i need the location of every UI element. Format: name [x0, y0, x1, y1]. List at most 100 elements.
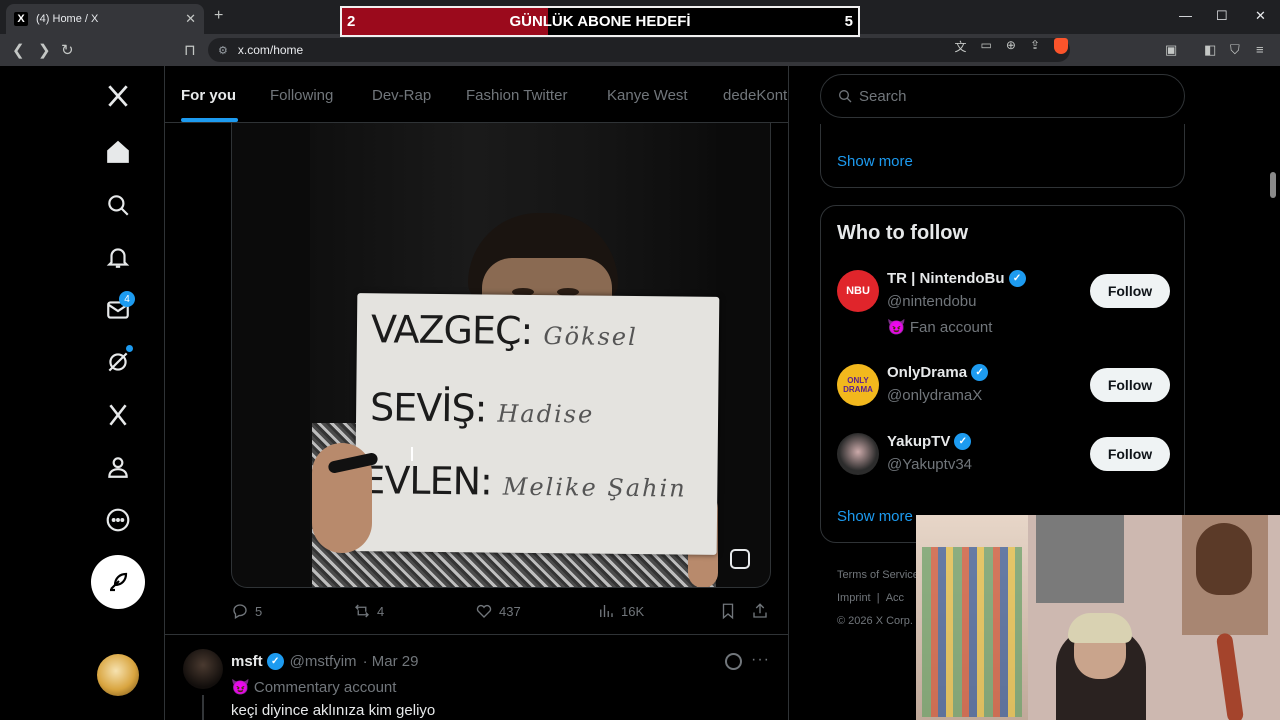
grok-icon[interactable] — [99, 343, 137, 381]
tab-dedekont[interactable]: dedeKont — [723, 87, 787, 104]
tab-following[interactable]: Following — [270, 87, 333, 104]
page-scrollbar[interactable] — [1268, 68, 1278, 718]
footer-terms-link[interactable]: Terms of Service — [837, 564, 919, 587]
edit-image-icon[interactable] — [730, 549, 750, 569]
browser-tab[interactable]: X (4) Home / X ✕ — [6, 4, 204, 34]
more-icon[interactable] — [99, 501, 137, 539]
maximize-icon[interactable]: ☐ — [1216, 8, 1228, 24]
webcam-poster — [1036, 515, 1124, 603]
reply-button[interactable]: 5 — [231, 602, 262, 620]
grok-dot — [126, 345, 133, 352]
author-handle[interactable]: @mstfyim — [290, 653, 357, 670]
zoom-icon[interactable]: ⊕ — [1006, 38, 1016, 55]
wallet-icon[interactable]: ▣ — [1165, 42, 1177, 58]
search-placeholder: Search — [859, 87, 907, 105]
goal-current: 2 — [347, 13, 356, 30]
view-count: 16K — [621, 603, 645, 619]
handwritten-sign: VAZGEÇ: Göksel SEVİŞ: Hadise EVLEN: Meli… — [354, 293, 720, 555]
follow-button[interactable]: Follow — [1090, 437, 1170, 471]
cast-icon[interactable]: ▭ — [981, 38, 992, 55]
translate-icon[interactable]: 文 — [955, 38, 967, 55]
webcam-bat — [1215, 632, 1245, 720]
left-navigation: 4 — [0, 66, 165, 720]
x-premium-icon[interactable] — [99, 396, 137, 434]
webcam-hair — [1068, 613, 1132, 643]
tab-kanye-west[interactable]: Kanye West — [607, 87, 688, 104]
suggestion-avatar[interactable] — [837, 433, 879, 475]
profile-icon[interactable] — [99, 448, 137, 486]
reply-count: 5 — [255, 603, 263, 619]
bell-icon[interactable] — [99, 238, 137, 276]
post-actions: 5 4 437 16K — [231, 602, 771, 624]
mail-icon[interactable]: 4 — [99, 291, 137, 329]
footer-accessibility-link[interactable]: Acc — [886, 592, 904, 604]
suggestion-avatar[interactable]: NBU — [837, 270, 879, 312]
heart-icon — [476, 604, 492, 618]
search-icon[interactable] — [99, 186, 137, 224]
brave-shield-icon[interactable] — [1054, 38, 1068, 54]
tab-for-you[interactable]: For you — [181, 87, 236, 104]
minimize-icon[interactable]: — — [1179, 8, 1192, 23]
author-avatar[interactable] — [183, 649, 223, 689]
suggestion-handle: @onlydramaX — [887, 387, 983, 404]
show-more-link[interactable]: Show more — [837, 508, 913, 525]
post-header: msft ✓ @mstfyim · Mar 29 — [231, 653, 418, 670]
chart-icon — [600, 605, 613, 617]
account-label: 😈 Commentary account — [231, 679, 397, 696]
tab-fashion-twitter[interactable]: Fashion Twitter — [466, 87, 567, 104]
suggestion-avatar[interactable]: ONLY DRAMA — [837, 364, 879, 406]
share-icon[interactable]: ⇪ — [1030, 38, 1040, 55]
menu-icon[interactable]: ≡ — [1256, 42, 1264, 57]
vpn-icon[interactable]: ⛉ — [1230, 42, 1240, 58]
sign-line: SEVİŞ: Hadise — [369, 385, 595, 431]
post-button[interactable] — [91, 555, 145, 609]
share-icon — [753, 603, 767, 618]
bookmark-icon[interactable]: ⊓ — [184, 41, 196, 59]
new-tab-icon[interactable]: + — [214, 7, 223, 25]
back-icon[interactable]: ❮ — [12, 41, 25, 59]
more-options-icon[interactable]: ··· — [751, 651, 770, 669]
bookmark-button[interactable] — [719, 602, 737, 620]
sign-line: EVLEN: Melike Şahin — [361, 458, 687, 504]
repost-count: 4 — [377, 603, 385, 619]
account-avatar[interactable] — [97, 654, 139, 696]
like-button[interactable]: 437 — [475, 602, 521, 620]
reload-icon[interactable]: ↻ — [61, 41, 74, 59]
close-tab-icon[interactable]: ✕ — [185, 11, 196, 27]
verified-badge-icon: ✓ — [971, 364, 989, 381]
forward-icon[interactable]: ❯ — [38, 41, 51, 59]
home-icon[interactable] — [99, 133, 137, 171]
follow-button[interactable]: Follow — [1090, 274, 1170, 308]
reply-icon — [233, 604, 247, 619]
grok-icon[interactable] — [725, 653, 742, 670]
author-name[interactable]: msft — [231, 653, 263, 670]
post[interactable]: msft ✓ @mstfyim · Mar 29 ··· 😈 Commentar… — [165, 634, 788, 720]
repost-button[interactable]: 4 — [353, 602, 384, 620]
site-info-icon[interactable]: ⚙ — [218, 44, 228, 57]
footer-imprint-link[interactable]: Imprint — [837, 592, 871, 604]
post-date[interactable]: · Mar 29 — [363, 653, 419, 670]
x-favicon-icon: X — [14, 12, 28, 26]
suggestion-name[interactable]: TR | NintendoBu ✓ — [887, 270, 1026, 287]
close-window-icon[interactable]: ✕ — [1255, 8, 1266, 24]
follow-button[interactable]: Follow — [1090, 368, 1170, 402]
scrollbar-thumb[interactable] — [1270, 172, 1276, 198]
show-more-link[interactable]: Show more — [837, 153, 913, 170]
share-button[interactable] — [751, 602, 769, 620]
goal-target: 5 — [844, 13, 853, 30]
url-field[interactable]: ⚙ x.com/home — [208, 38, 1070, 62]
views-button[interactable]: 16K — [597, 602, 644, 620]
mouse-cursor-icon — [411, 447, 421, 461]
webcam-toys — [922, 547, 1022, 717]
address-bar-row: ❮ ❯ ↻ ⊓ ⚙ x.com/home 文 ▭ ⊕ ⇪ ▣ ◧ ⛉ ≡ — [0, 34, 1280, 66]
post-text: keçi diyince aklınıza kim geliyo — [231, 702, 436, 719]
search-input[interactable]: Search — [820, 74, 1185, 118]
x-logo-icon[interactable] — [99, 77, 137, 115]
post-image[interactable]: VAZGEÇ: Göksel SEVİŞ: Hadise EVLEN: Meli… — [231, 123, 771, 588]
active-tab-indicator — [181, 118, 238, 122]
webcam-portrait — [1182, 515, 1268, 635]
sidebar-toggle-icon[interactable]: ◧ — [1204, 42, 1216, 58]
tab-dev-rap[interactable]: Dev-Rap — [372, 87, 431, 104]
suggestion-name[interactable]: OnlyDrama ✓ — [887, 364, 989, 381]
suggestion-name[interactable]: YakupTV ✓ — [887, 433, 972, 450]
